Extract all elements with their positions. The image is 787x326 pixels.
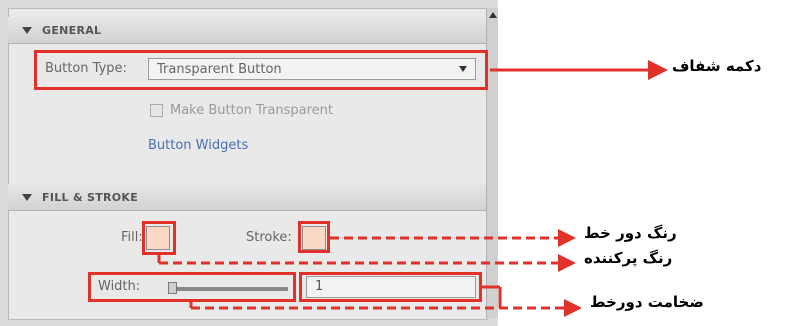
stroke-width-arrow-head xyxy=(564,299,582,317)
stroke-color-annotation: رنگ دور خط xyxy=(584,224,677,242)
button-type-arrow-head xyxy=(648,60,668,80)
stroke-width-annotation: ضخامت دورخط xyxy=(590,293,704,311)
transparent-button-annotation: دکمه شفاف xyxy=(672,57,762,75)
fill-color-annotation: رنگ پرکننده xyxy=(584,249,673,267)
annotation-arrows xyxy=(157,60,668,317)
fill-color-arrow-head xyxy=(558,254,576,272)
stroke-color-arrow-head xyxy=(558,229,576,247)
